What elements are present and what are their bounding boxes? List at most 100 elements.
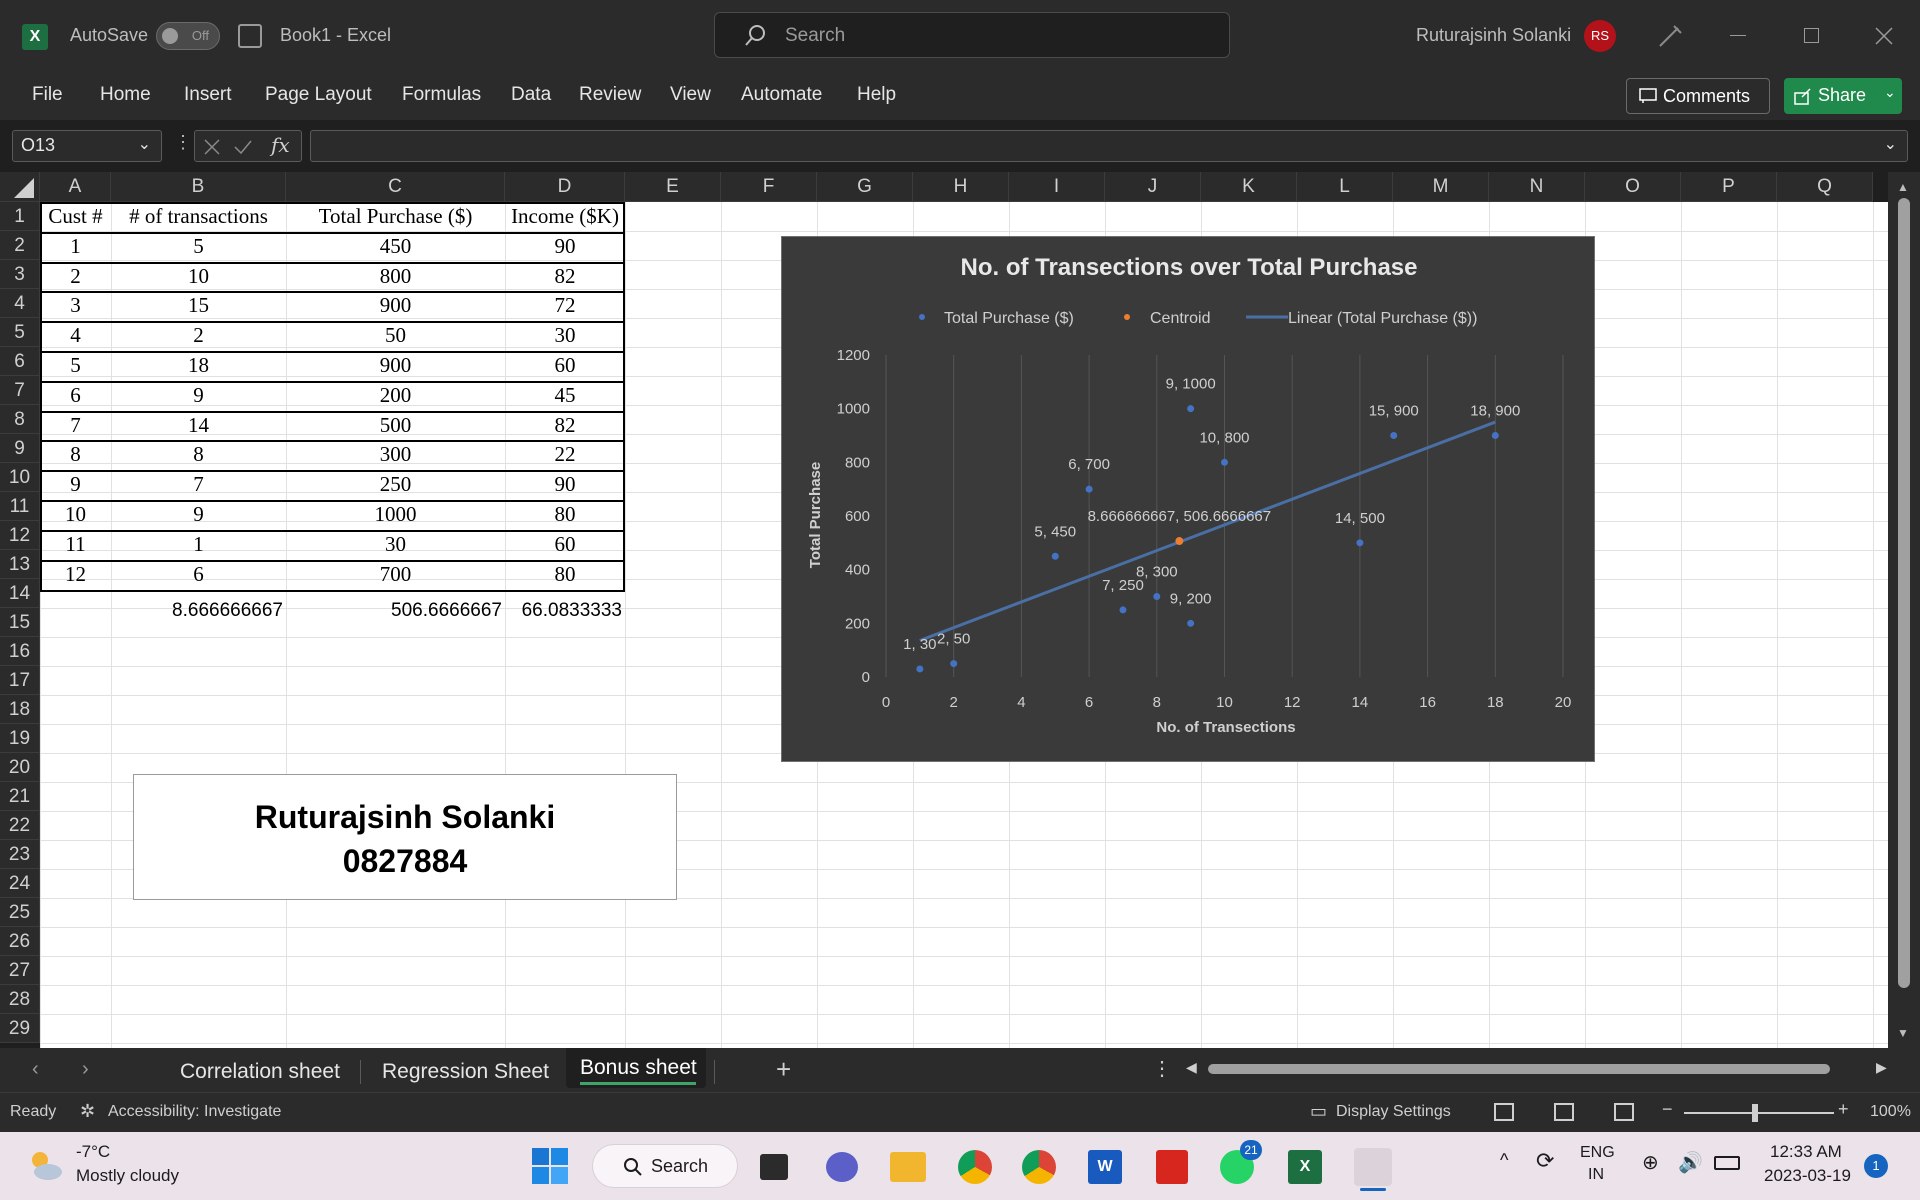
zoom-slider-thumb[interactable] <box>1752 1104 1758 1122</box>
horizontal-scrollbar[interactable]: ◀ ▶ <box>1186 1059 1890 1076</box>
sheet-tab-regression[interactable]: Regression Sheet <box>382 1060 549 1084</box>
table-header-cell[interactable]: # of transactions <box>111 204 286 229</box>
name-box[interactable]: O13 ⌄ <box>12 130 162 162</box>
zoom-out-icon[interactable]: − <box>1662 1099 1673 1120</box>
row-header[interactable]: 9 <box>0 434 40 463</box>
more-sheets-icon[interactable]: ⋮ <box>1152 1056 1172 1081</box>
table-cell[interactable]: 900 <box>286 353 505 378</box>
tab-automate[interactable]: Automate <box>741 84 822 106</box>
horizontal-scroll-thumb[interactable] <box>1208 1064 1830 1074</box>
row-header[interactable]: 16 <box>0 637 40 666</box>
table-cell[interactable]: 14 <box>111 413 286 438</box>
previous-sheet-icon[interactable]: ‹ <box>32 1058 39 1081</box>
row-header[interactable]: 28 <box>0 985 40 1014</box>
row-header[interactable]: 4 <box>0 289 40 318</box>
column-header-a[interactable]: A <box>40 172 111 202</box>
row-header[interactable]: 10 <box>0 463 40 492</box>
page-break-view-icon[interactable] <box>1614 1103 1634 1121</box>
table-cell[interactable]: 9 <box>40 472 111 497</box>
next-sheet-icon[interactable]: › <box>82 1058 89 1081</box>
scroll-left-icon[interactable]: ◀ <box>1186 1059 1197 1076</box>
table-cell[interactable]: 80 <box>505 502 625 527</box>
column-header-e[interactable]: E <box>625 172 721 202</box>
zoom-level[interactable]: 100% <box>1870 1103 1911 1121</box>
tab-file[interactable]: File <box>32 84 63 106</box>
row-header[interactable]: 26 <box>0 927 40 956</box>
table-cell[interactable]: 250 <box>286 472 505 497</box>
display-settings[interactable]: Display Settings <box>1336 1103 1451 1121</box>
table-cell[interactable]: 200 <box>286 383 505 408</box>
table-header-cell[interactable]: Income ($K) <box>505 204 625 229</box>
row-header[interactable]: 18 <box>0 695 40 724</box>
clock-date[interactable]: 2023-03-19 <box>1764 1166 1851 1186</box>
column-header-h[interactable]: H <box>913 172 1009 202</box>
battery-icon[interactable] <box>1714 1156 1740 1170</box>
notification-badge[interactable]: 1 <box>1864 1154 1888 1178</box>
insert-function-icon[interactable]: fx <box>271 133 290 157</box>
scroll-down-icon[interactable]: ▼ <box>1897 1026 1909 1040</box>
column-header-k[interactable]: K <box>1201 172 1297 202</box>
table-cell[interactable]: 3 <box>40 293 111 318</box>
snipping-tool-icon[interactable] <box>1354 1148 1392 1186</box>
expand-formula-icon[interactable]: ⌄ <box>1884 134 1897 154</box>
table-cell[interactable]: 18 <box>111 353 286 378</box>
normal-view-icon[interactable] <box>1494 1103 1514 1121</box>
zoom-in-icon[interactable]: + <box>1838 1099 1849 1120</box>
column-header-b[interactable]: B <box>111 172 286 202</box>
column-header-m[interactable]: M <box>1393 172 1489 202</box>
row-header[interactable]: 23 <box>0 840 40 869</box>
excel-taskbar-icon[interactable]: X <box>1288 1150 1322 1184</box>
table-cell[interactable]: 15 <box>111 293 286 318</box>
formula-input[interactable]: ⌄ <box>310 130 1908 162</box>
table-cell[interactable]: 30 <box>286 532 505 557</box>
table-cell[interactable]: 2 <box>40 264 111 289</box>
tab-help[interactable]: Help <box>857 84 896 106</box>
row-header[interactable]: 14 <box>0 579 40 608</box>
cancel-icon[interactable] <box>203 138 221 156</box>
row-header[interactable]: 27 <box>0 956 40 985</box>
sync-icon[interactable]: ⟳ <box>1536 1148 1554 1174</box>
table-cell[interactable]: 60 <box>505 353 625 378</box>
acrobat-icon[interactable] <box>1156 1150 1188 1184</box>
table-cell[interactable]: 82 <box>505 264 625 289</box>
enter-icon[interactable] <box>233 138 253 156</box>
scroll-right-icon[interactable]: ▶ <box>1876 1059 1887 1076</box>
row-header[interactable]: 22 <box>0 811 40 840</box>
column-header-o[interactable]: O <box>1585 172 1681 202</box>
column-header-q[interactable]: Q <box>1777 172 1873 202</box>
comments-button[interactable]: Comments <box>1626 78 1770 114</box>
row-header[interactable]: 8 <box>0 405 40 434</box>
table-cell[interactable]: 9 <box>111 502 286 527</box>
table-cell[interactable]: 1 <box>40 234 111 259</box>
column-header-p[interactable]: P <box>1681 172 1777 202</box>
column-header-i[interactable]: I <box>1009 172 1105 202</box>
table-cell[interactable]: 80 <box>505 562 625 587</box>
name-card[interactable]: Ruturajsinh Solanki 0827884 <box>133 774 677 900</box>
table-cell[interactable]: 90 <box>505 234 625 259</box>
chevron-down-icon[interactable]: ⌄ <box>1884 84 1896 101</box>
chrome-profile-icon[interactable] <box>1022 1150 1056 1184</box>
tab-home[interactable]: Home <box>100 84 151 106</box>
column-header-g[interactable]: G <box>817 172 913 202</box>
clock-time[interactable]: 12:33 AM <box>1770 1142 1842 1162</box>
table-cell[interactable]: 2 <box>111 323 286 348</box>
table-cell[interactable]: 5 <box>40 353 111 378</box>
table-header-cell[interactable]: Cust # <box>40 204 111 229</box>
minimize-icon[interactable] <box>1730 35 1746 36</box>
row-header[interactable]: 3 <box>0 260 40 289</box>
network-icon[interactable]: ⊕ <box>1642 1150 1659 1175</box>
zoom-slider[interactable] <box>1684 1112 1834 1114</box>
table-cell[interactable]: 900 <box>286 293 505 318</box>
row-header[interactable]: 1 <box>0 202 40 231</box>
accessibility-status[interactable]: Accessibility: Investigate <box>108 1103 281 1121</box>
table-cell[interactable]: 12 <box>40 562 111 587</box>
close-icon[interactable] <box>1874 26 1894 46</box>
table-cell[interactable]: 45 <box>505 383 625 408</box>
row-header[interactable]: 6 <box>0 347 40 376</box>
row-header[interactable]: 13 <box>0 550 40 579</box>
column-header-l[interactable]: L <box>1297 172 1393 202</box>
table-cell[interactable]: 50 <box>286 323 505 348</box>
column-header-f[interactable]: F <box>721 172 817 202</box>
pen-icon[interactable] <box>1656 22 1684 50</box>
taskbar-search[interactable]: Search <box>592 1144 738 1188</box>
